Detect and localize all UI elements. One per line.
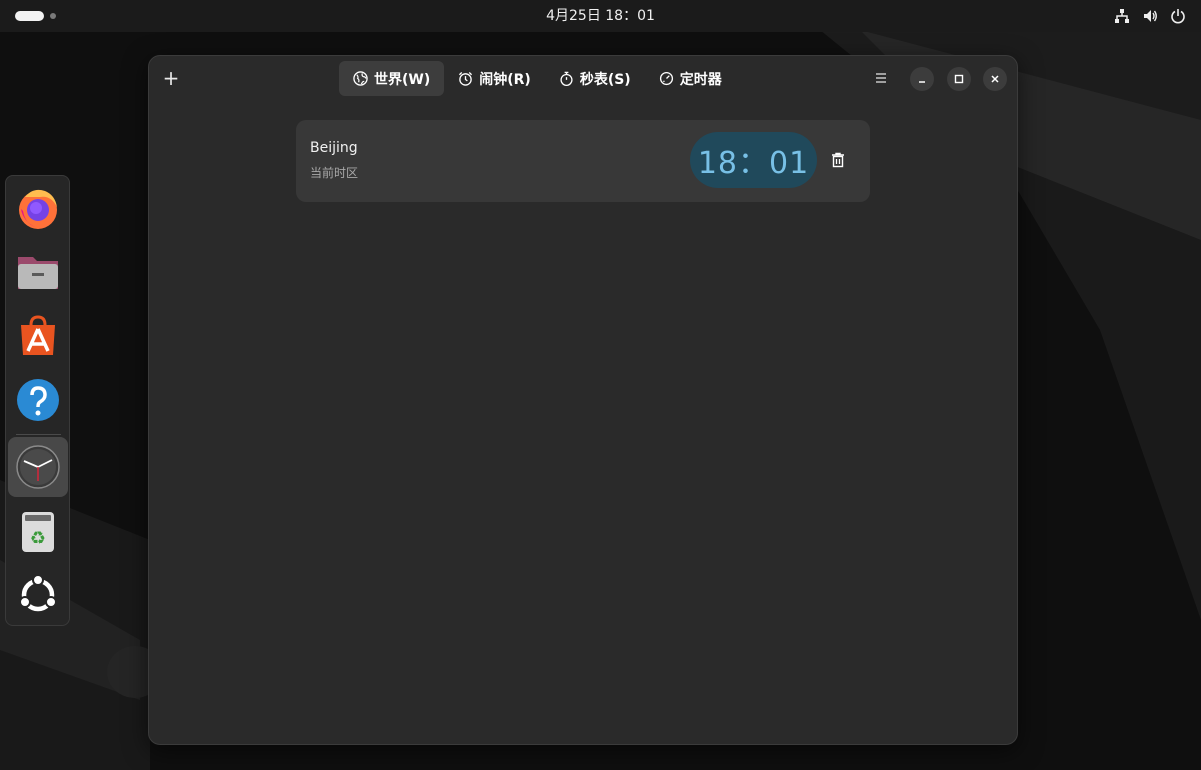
delete-clock-button[interactable] (828, 149, 848, 171)
tab-alarm[interactable]: 闹钟(R) (444, 61, 545, 96)
alarm-icon (459, 71, 473, 86)
timer-icon (659, 71, 673, 86)
tab-alarm-label: 闹钟(R) (479, 71, 531, 88)
show-apps-icon[interactable] (8, 565, 68, 625)
files-icon[interactable] (8, 242, 68, 302)
trash-icon[interactable]: ♻ (8, 501, 68, 561)
clocks-window: + 世界(W) 闹钟(R) 秒表(S) 定时器 Beijing 当前时区 18：… (148, 55, 1018, 745)
maximize-icon (954, 74, 964, 84)
minimize-icon (919, 81, 925, 83)
close-button[interactable] (983, 67, 1007, 91)
maximize-button[interactable] (947, 67, 971, 91)
tab-stopwatch[interactable]: 秒表(S) (545, 61, 645, 96)
add-world-clock-button[interactable]: + (155, 64, 187, 92)
firefox-icon[interactable] (8, 178, 68, 238)
dock: ♻ (5, 175, 70, 626)
view-switcher: 世界(W) 闹钟(R) 秒表(S) 定时器 (339, 61, 736, 96)
tab-world-label: 世界(W) (374, 71, 431, 88)
network-icon[interactable] (1113, 7, 1131, 25)
tab-timer-label: 定时器 (679, 71, 722, 88)
world-clock-row[interactable]: Beijing 当前时区 18：01 (296, 120, 870, 202)
clocks-icon[interactable] (8, 437, 68, 497)
system-tray[interactable] (1113, 7, 1187, 25)
clock-time: 18：01 (690, 132, 817, 188)
dock-separator (16, 434, 61, 435)
close-icon (991, 75, 999, 83)
volume-icon[interactable] (1141, 7, 1159, 25)
city-name: Beijing (310, 140, 358, 156)
trash-can-icon (832, 152, 844, 168)
power-icon[interactable] (1169, 7, 1187, 25)
svg-text:♻: ♻ (30, 528, 46, 549)
app-center-icon[interactable] (8, 306, 68, 366)
stopwatch-icon (560, 71, 573, 86)
timezone-subtitle: 当前时区 (310, 166, 359, 180)
minimize-button[interactable] (910, 67, 934, 91)
help-icon[interactable] (8, 370, 68, 430)
top-bar: 4月25日 18：01 (0, 0, 1201, 32)
tab-stopwatch-label: 秒表(S) (579, 71, 631, 88)
hamburger-icon (876, 73, 886, 83)
tab-world[interactable]: 世界(W) (339, 61, 445, 96)
date-time-label[interactable]: 4月25日 18：01 (546, 8, 655, 24)
tab-timer[interactable]: 定时器 (645, 61, 736, 96)
clock-time-label: 18：01 (697, 146, 810, 181)
header-bar: + 世界(W) 闹钟(R) 秒表(S) 定时器 (149, 56, 1017, 102)
main-menu-button[interactable] (867, 65, 895, 91)
globe-icon (353, 71, 368, 86)
add-icon: + (162, 66, 180, 90)
date-time-menu: 4月25日 18：01 (0, 0, 1201, 32)
